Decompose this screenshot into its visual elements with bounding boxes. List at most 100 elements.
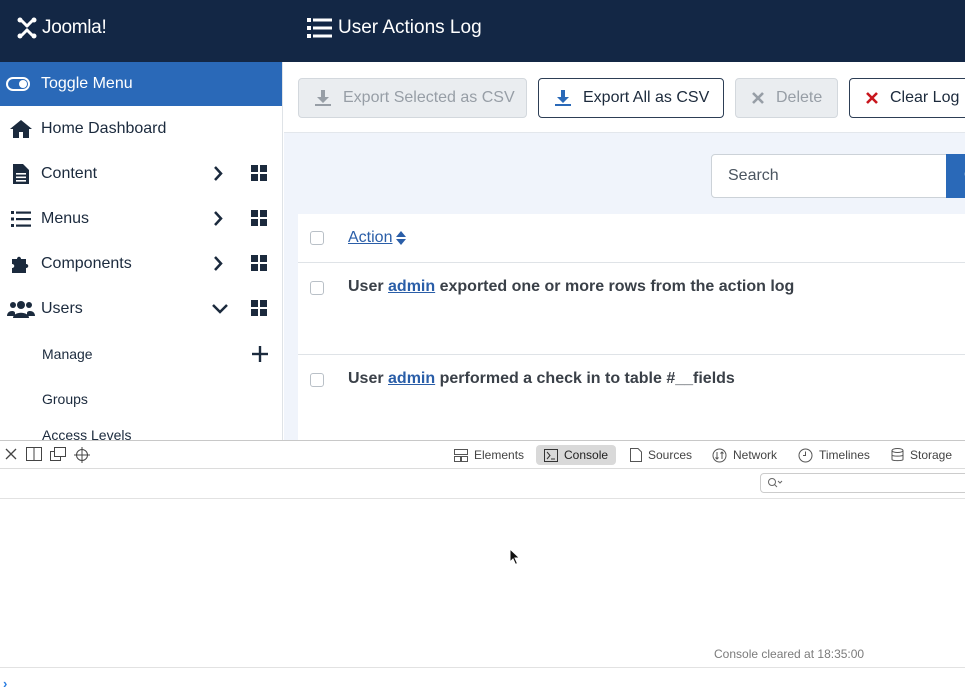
joomla-logo-icon bbox=[17, 17, 37, 39]
toggle-menu-button[interactable]: Toggle Menu bbox=[0, 62, 282, 106]
console-icon bbox=[544, 448, 558, 462]
chevron-right-icon[interactable] bbox=[213, 256, 223, 271]
select-all-checkbox[interactable] bbox=[310, 231, 324, 245]
action-column-header: Action bbox=[348, 229, 393, 246]
clear-log-button[interactable]: Clear Log bbox=[849, 78, 965, 118]
sidebar-subitem-label: Manage bbox=[42, 345, 93, 362]
file-icon bbox=[12, 163, 29, 184]
users-icon bbox=[6, 300, 35, 318]
elements-icon bbox=[454, 448, 468, 462]
delete-button[interactable]: Delete bbox=[735, 78, 838, 118]
message-text: exported one or more rows from the actio… bbox=[439, 278, 795, 295]
dock-side-icon[interactable] bbox=[26, 447, 42, 461]
tab-sources[interactable]: Sources bbox=[622, 445, 700, 465]
tab-label: Console bbox=[564, 448, 609, 462]
sidebar-subitem-manage[interactable]: Manage bbox=[0, 331, 282, 376]
list-icon bbox=[307, 18, 332, 38]
row-checkbox[interactable] bbox=[310, 281, 324, 295]
sidebar-item-home-dashboard[interactable]: Home Dashboard bbox=[0, 106, 282, 151]
sidebar-item-label: Content bbox=[41, 164, 98, 182]
message-prefix: User bbox=[348, 278, 384, 295]
dashboard-grid-icon[interactable] bbox=[251, 210, 267, 226]
tab-console[interactable]: Console bbox=[536, 445, 617, 465]
user-link[interactable]: admin bbox=[388, 370, 435, 387]
action-log-table: Action User admin exported one or more r… bbox=[298, 214, 965, 440]
home-icon bbox=[9, 119, 32, 138]
sidebar: Toggle Menu Home Dashboard Content Menus… bbox=[0, 62, 283, 440]
top-header: Joomla! User Actions Log bbox=[0, 0, 965, 62]
sidebar-subitem-groups[interactable]: Groups bbox=[0, 376, 282, 421]
export-selected-button[interactable]: Export Selected as CSV bbox=[298, 78, 527, 118]
sidebar-subitem-access-levels[interactable]: Access Levels bbox=[0, 421, 282, 440]
table-row: User admin exported one or more rows fro… bbox=[298, 263, 965, 355]
tab-network[interactable]: Network bbox=[704, 445, 785, 465]
tab-label: Storage bbox=[910, 448, 953, 462]
dashboard-grid-icon[interactable] bbox=[251, 300, 267, 316]
tab-label: Sources bbox=[648, 448, 693, 462]
sort-action-link[interactable]: Action bbox=[348, 229, 407, 247]
dashboard-grid-icon[interactable] bbox=[251, 255, 267, 271]
console-prompt[interactable]: › bbox=[0, 667, 965, 695]
web-inspector: Elements Console Sources Network Timelin… bbox=[0, 440, 965, 695]
mouse-cursor-icon bbox=[509, 548, 521, 566]
toolbar: Export Selected as CSV Export All as CSV… bbox=[284, 62, 965, 133]
table-row: User admin performed a check in to table… bbox=[298, 355, 965, 440]
tab-elements[interactable]: Elements bbox=[446, 445, 532, 465]
search-input[interactable]: Search bbox=[711, 154, 947, 198]
chevron-down-icon[interactable] bbox=[212, 303, 228, 315]
download-icon bbox=[315, 90, 331, 106]
console-cleared-message: Console cleared at 18:35:00 bbox=[714, 647, 865, 661]
sidebar-item-content[interactable]: Content bbox=[0, 151, 282, 196]
sidebar-item-label: Menus bbox=[41, 209, 90, 227]
action-message: User admin exported one or more rows fro… bbox=[348, 278, 794, 296]
sidebar-item-label: Users bbox=[41, 299, 83, 317]
tab-label: Elements bbox=[474, 448, 525, 462]
joomla-logo[interactable]: Joomla! bbox=[16, 14, 107, 42]
message-text: performed a check in to table #__fields bbox=[439, 370, 735, 387]
database-icon bbox=[891, 448, 904, 462]
inspector-tab-bar: Elements Console Sources Network Timelin… bbox=[0, 441, 965, 469]
clock-icon bbox=[798, 448, 813, 462]
filter-search-icon bbox=[768, 478, 783, 488]
sidebar-subitem-label: Groups bbox=[42, 390, 88, 407]
delete-label: Delete bbox=[776, 89, 823, 106]
search-button[interactable] bbox=[946, 154, 965, 198]
main-content: Export Selected as CSV Export All as CSV… bbox=[284, 62, 965, 440]
sidebar-item-menus[interactable]: Menus bbox=[0, 196, 282, 241]
list-icon bbox=[10, 210, 31, 227]
table-header-row: Action bbox=[298, 214, 965, 263]
crosshair-icon[interactable] bbox=[74, 447, 90, 463]
puzzle-icon bbox=[11, 256, 28, 273]
export-all-label: Export All as CSV bbox=[583, 89, 710, 106]
logo-text: Joomla! bbox=[42, 17, 107, 38]
tab-label: Network bbox=[733, 448, 778, 462]
sort-icon bbox=[396, 231, 407, 245]
chevron-right-icon[interactable] bbox=[213, 211, 223, 226]
console-filter-input[interactable] bbox=[760, 473, 965, 493]
dashboard-grid-icon[interactable] bbox=[251, 165, 267, 181]
download-icon bbox=[555, 90, 571, 106]
tab-label: Timelines bbox=[819, 448, 870, 462]
prompt-chevron-icon: › bbox=[3, 676, 8, 691]
detach-window-icon[interactable] bbox=[50, 447, 66, 461]
close-icon[interactable] bbox=[4, 447, 18, 461]
sidebar-item-users[interactable]: Users bbox=[0, 286, 282, 331]
user-link[interactable]: admin bbox=[388, 278, 435, 295]
plus-icon[interactable] bbox=[252, 346, 268, 362]
toggle-menu-label: Toggle Menu bbox=[41, 75, 133, 92]
message-prefix: User bbox=[348, 370, 384, 387]
tab-storage[interactable]: Storage bbox=[883, 445, 960, 465]
export-selected-label: Export Selected as CSV bbox=[343, 89, 515, 106]
action-message: User admin performed a check in to table… bbox=[348, 370, 735, 388]
tab-timelines[interactable]: Timelines bbox=[790, 445, 878, 465]
search-placeholder: Search bbox=[728, 167, 779, 184]
network-icon bbox=[712, 448, 727, 462]
close-icon bbox=[752, 92, 764, 104]
sidebar-item-label: Components bbox=[41, 254, 132, 272]
sidebar-item-components[interactable]: Components bbox=[0, 241, 282, 286]
page-title: User Actions Log bbox=[338, 17, 482, 38]
chevron-right-icon[interactable] bbox=[213, 166, 223, 181]
export-all-button[interactable]: Export All as CSV bbox=[538, 78, 724, 118]
row-checkbox[interactable] bbox=[310, 373, 324, 387]
toggle-icon bbox=[6, 77, 30, 91]
